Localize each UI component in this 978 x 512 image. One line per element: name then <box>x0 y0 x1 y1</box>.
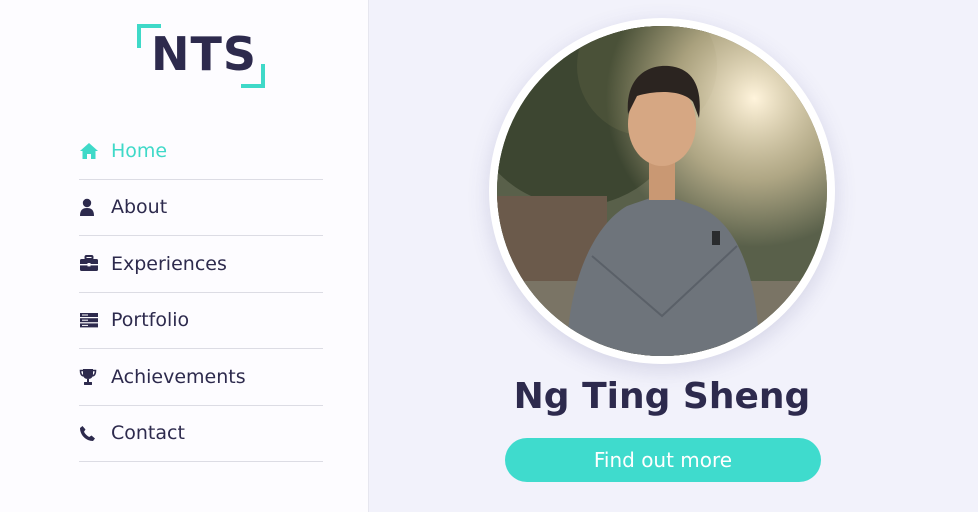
nav-item-contact[interactable]: Contact <box>79 406 323 462</box>
user-icon <box>79 197 101 217</box>
nav-item-about[interactable]: About <box>79 180 323 236</box>
nav-item-label: Contact <box>111 422 185 445</box>
nav-item-label: Home <box>111 139 168 162</box>
trophy-icon <box>79 367 101 387</box>
sidebar: NTS Home About Experiences Portfolio Ach… <box>0 0 369 512</box>
nav-item-label: Achievements <box>111 365 246 388</box>
nav-item-experiences[interactable]: Experiences <box>79 236 323 293</box>
nav-item-home[interactable]: Home <box>79 123 323 180</box>
phone-icon <box>79 423 101 443</box>
server-icon <box>79 310 101 330</box>
page: NTS Home About Experiences Portfolio Ach… <box>0 0 978 512</box>
nav-item-portfolio[interactable]: Portfolio <box>79 293 323 349</box>
briefcase-icon <box>79 254 101 274</box>
logo-text: NTS <box>151 27 258 81</box>
main-hero: Ng Ting Sheng Find out more <box>369 0 978 512</box>
nav-item-label: About <box>111 196 168 219</box>
find-out-more-button[interactable]: Find out more <box>505 438 821 482</box>
profile-photo-frame <box>489 18 835 364</box>
nav-item-achievements[interactable]: Achievements <box>79 349 323 406</box>
sidebar-nav: Home About Experiences Portfolio Achieve… <box>79 123 323 462</box>
profile-photo <box>497 26 827 356</box>
home-icon <box>79 141 101 161</box>
nav-item-label: Portfolio <box>111 309 190 332</box>
logo[interactable]: NTS <box>137 24 265 88</box>
nav-item-label: Experiences <box>111 252 227 275</box>
hero-name: Ng Ting Sheng <box>513 376 811 417</box>
